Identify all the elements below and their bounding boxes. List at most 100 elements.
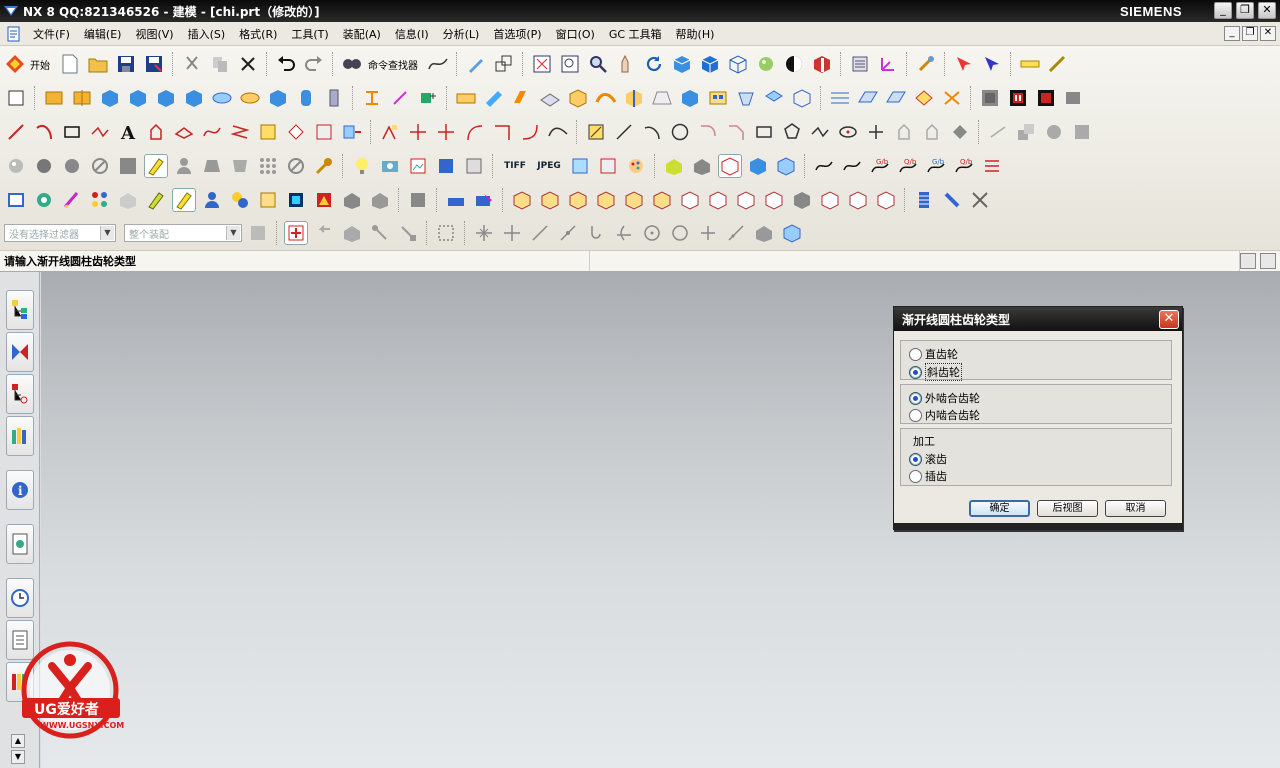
- web-browser-tab[interactable]: [6, 524, 34, 564]
- arc-icon[interactable]: [32, 120, 56, 144]
- surface-icon[interactable]: [812, 154, 836, 178]
- constraint-icon[interactable]: [1014, 120, 1038, 144]
- sphere-feature-icon[interactable]: [182, 86, 206, 110]
- g2-icon[interactable]: G/b: [924, 154, 948, 178]
- drafting-icon[interactable]: [4, 188, 28, 212]
- tools-icon[interactable]: [914, 52, 938, 76]
- paste-face-icon[interactable]: [734, 188, 758, 212]
- snap-all-icon[interactable]: [472, 221, 496, 245]
- radio-external-mesh-button[interactable]: [909, 391, 922, 405]
- save-icon[interactable]: [114, 52, 138, 76]
- offset-region-icon[interactable]: [566, 188, 590, 212]
- menu-file[interactable]: 文件(F): [26, 26, 77, 42]
- lathe-icon[interactable]: [444, 188, 468, 212]
- assembly-navigator-tab[interactable]: [6, 290, 34, 330]
- radio-shaping-button[interactable]: [909, 469, 922, 483]
- datum-axis-icon[interactable]: [388, 86, 412, 110]
- corner-icon[interactable]: [490, 120, 514, 144]
- layer-icon[interactable]: [492, 52, 516, 76]
- class-selection-icon[interactable]: [980, 52, 1004, 76]
- replace-face-icon[interactable]: [622, 188, 646, 212]
- menu-insert[interactable]: 插入(S): [181, 26, 233, 42]
- menu-assembly[interactable]: 装配(A): [336, 26, 388, 42]
- machining-icon[interactable]: [116, 188, 140, 212]
- no-entry-2-icon[interactable]: [284, 154, 308, 178]
- surface-2-icon[interactable]: [840, 154, 864, 178]
- edit-curve-icon[interactable]: [378, 120, 402, 144]
- snap-point-icon[interactable]: [284, 221, 308, 245]
- resize-face-icon[interactable]: [594, 188, 618, 212]
- sheet-metal-icon[interactable]: [312, 188, 336, 212]
- trim-body-icon[interactable]: [762, 86, 786, 110]
- zoom-icon[interactable]: [586, 52, 610, 76]
- settings-icon[interactable]: [1062, 86, 1086, 110]
- no-entry-icon[interactable]: [88, 154, 112, 178]
- cast-icon[interactable]: [368, 188, 392, 212]
- background-icon[interactable]: [782, 52, 806, 76]
- snap-on-curve-icon[interactable]: [724, 221, 748, 245]
- pocket-icon[interactable]: [266, 86, 290, 110]
- light-bulb-icon[interactable]: [350, 154, 374, 178]
- offset-curve-icon[interactable]: [284, 120, 308, 144]
- chamfer-icon[interactable]: [622, 86, 646, 110]
- radio-spur-gear[interactable]: 直齿轮: [909, 346, 958, 362]
- intersect-icon[interactable]: [510, 86, 534, 110]
- line-icon[interactable]: [4, 120, 28, 144]
- snap-bounded-icon[interactable]: [780, 221, 804, 245]
- swept-icon[interactable]: [884, 86, 908, 110]
- radio-internal-mesh[interactable]: 内啮合齿轮: [909, 407, 980, 423]
- dimension-icon[interactable]: [986, 120, 1010, 144]
- stretch-curve-icon[interactable]: [518, 120, 542, 144]
- divide-curve-icon[interactable]: [434, 120, 458, 144]
- restore-button[interactable]: ❐: [1236, 2, 1254, 19]
- auto-constraint-icon[interactable]: [1042, 120, 1066, 144]
- pan-icon[interactable]: [614, 52, 638, 76]
- sketch-arc-icon[interactable]: [640, 120, 664, 144]
- cut-face-icon[interactable]: [706, 188, 730, 212]
- menu-help[interactable]: 帮助(H): [669, 26, 722, 42]
- mdi-close-button[interactable]: ✕: [1260, 26, 1276, 41]
- select-feature-icon[interactable]: [368, 221, 392, 245]
- delete-face-icon[interactable]: [650, 188, 674, 212]
- menu-gc-toolbox[interactable]: GC 工具箱: [602, 26, 669, 42]
- cut-icon[interactable]: [180, 52, 204, 76]
- project-curve-icon[interactable]: [312, 120, 336, 144]
- menu-preferences[interactable]: 首选项(P): [486, 26, 548, 42]
- start-label[interactable]: 开始: [30, 57, 50, 72]
- document-icon[interactable]: [6, 26, 22, 42]
- hole-icon[interactable]: [210, 86, 234, 110]
- palette-icon[interactable]: [624, 154, 648, 178]
- radio-helical-gear[interactable]: 斜齿轮: [909, 363, 962, 381]
- radio-external-mesh[interactable]: 外啮合齿轮: [909, 390, 980, 406]
- ellipse-icon[interactable]: [172, 120, 196, 144]
- select-body-icon[interactable]: [340, 221, 364, 245]
- wrench-icon[interactable]: [312, 154, 336, 178]
- sketch-curve-icon[interactable]: [426, 52, 450, 76]
- texture-icon[interactable]: [462, 154, 486, 178]
- sketch-chamfer-icon[interactable]: [724, 120, 748, 144]
- delete-icon[interactable]: [236, 52, 260, 76]
- sketch-finish-icon[interactable]: [584, 120, 608, 144]
- pad-icon[interactable]: [294, 86, 318, 110]
- pattern-face-icon[interactable]: [818, 188, 842, 212]
- sketch-offset-icon[interactable]: [892, 120, 916, 144]
- snap-quadrant-icon[interactable]: [668, 221, 692, 245]
- subtract-icon[interactable]: [482, 86, 506, 110]
- history-tab[interactable]: [6, 578, 34, 618]
- mdi-restore-button[interactable]: ❐: [1242, 26, 1258, 41]
- cone-icon[interactable]: [154, 86, 178, 110]
- sketch-ellipse-icon[interactable]: [836, 120, 860, 144]
- radio-internal-mesh-button[interactable]: [909, 408, 922, 422]
- dialog-close-button[interactable]: ✕: [1159, 310, 1179, 329]
- datum-plane-icon[interactable]: [360, 86, 384, 110]
- user-icon[interactable]: [200, 188, 224, 212]
- start-button[interactable]: [4, 52, 26, 76]
- floor-icon[interactable]: [200, 154, 224, 178]
- sew-icon[interactable]: [538, 86, 562, 110]
- close-window-button[interactable]: ✕: [1258, 2, 1276, 19]
- menu-view[interactable]: 视图(V): [128, 26, 180, 42]
- selection-filter-icon[interactable]: [246, 221, 270, 245]
- sketch-pattern-icon[interactable]: [920, 120, 944, 144]
- edge-blend-icon[interactable]: [594, 86, 618, 110]
- curve-length-icon[interactable]: [546, 120, 570, 144]
